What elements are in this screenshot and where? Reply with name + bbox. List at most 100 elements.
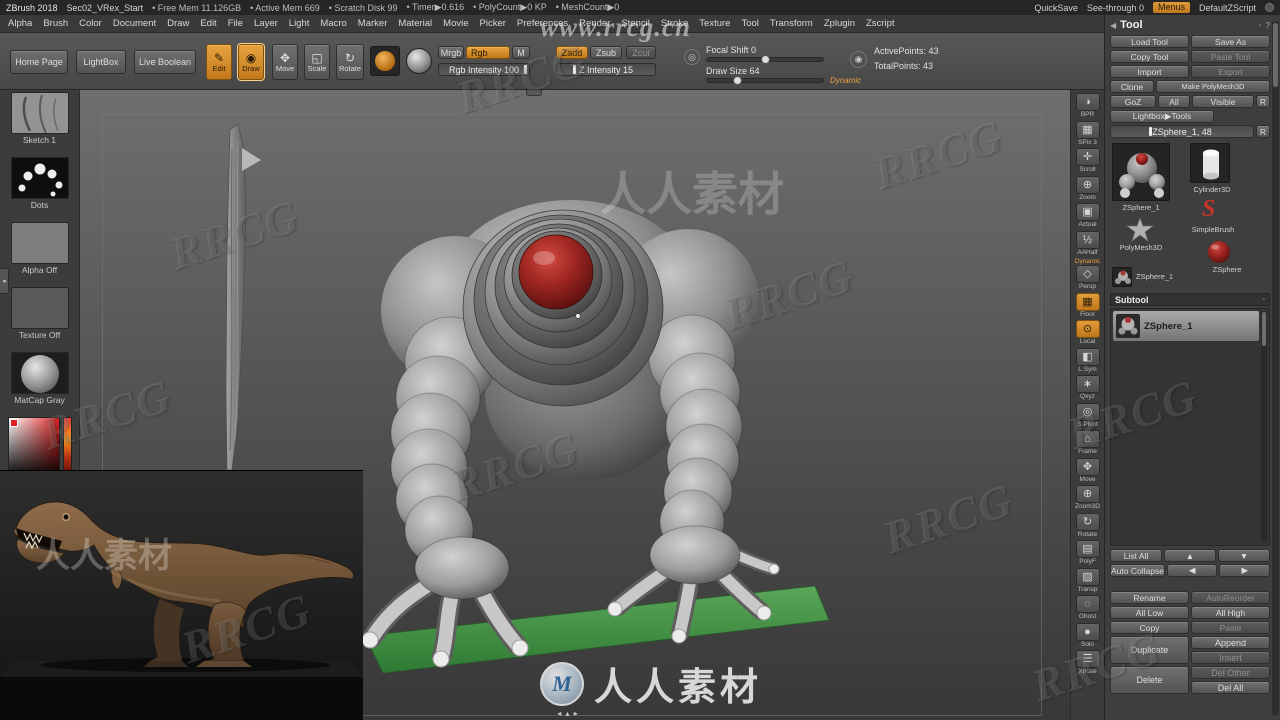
scale-mode-button[interactable]: ◱ Scale <box>304 44 330 80</box>
canvas-zoom-handle[interactable]: ◂ ▴ ▸ <box>548 708 588 718</box>
subtool-down-button[interactable]: ▼ <box>1218 549 1270 562</box>
paste-subtool-button[interactable]: Paste <box>1191 621 1270 634</box>
menu-document[interactable]: Document <box>113 18 156 29</box>
recent-tool-thumbnail[interactable] <box>1112 267 1132 287</box>
m-button[interactable]: M <box>512 46 530 59</box>
menu-marker[interactable]: Marker <box>358 18 388 29</box>
subtool-prev-button[interactable]: ◀ <box>1166 564 1218 577</box>
tool-r-button[interactable]: R <box>1256 125 1270 138</box>
menu-draw[interactable]: Draw <box>167 18 189 29</box>
all-high-button[interactable]: All High <box>1191 606 1270 619</box>
matcap-thumbnail[interactable]: MatCap Gray <box>10 352 69 405</box>
load-tool-button[interactable]: Load Tool <box>1110 35 1189 48</box>
strip-lsym-button[interactable]: ◧ L.Sym <box>1073 347 1103 374</box>
del-all-button[interactable]: Del All <box>1191 681 1270 694</box>
cylinder3d-thumbnail[interactable] <box>1190 143 1230 183</box>
strip-qxyz-button[interactable]: ∗ Qxyz <box>1073 375 1103 401</box>
goz-all-button[interactable]: All <box>1158 95 1190 108</box>
tool-palette-scrollbar[interactable] <box>1272 21 1279 716</box>
left-tray-handle[interactable]: ◂ <box>0 268 9 294</box>
menu-texture[interactable]: Texture <box>699 18 730 29</box>
menu-material[interactable]: Material <box>398 18 432 29</box>
strip-transp-button[interactable]: ▨ Transp <box>1073 567 1103 594</box>
strip-rotate3d-button[interactable]: ↻ Rotate <box>1073 512 1103 539</box>
canvas-top-handle[interactable] <box>526 90 542 96</box>
menu-zplugin[interactable]: Zplugin <box>824 18 855 29</box>
current-brush-thumbnail[interactable] <box>370 46 400 76</box>
strip-local-button[interactable]: ⊙ Local <box>1073 320 1103 346</box>
palette-circle-icon[interactable]: ◦ <box>1259 21 1262 30</box>
strip-xpose-button[interactable]: ☰ Xpose <box>1073 650 1103 676</box>
menu-preferences[interactable]: Preferences <box>517 18 568 29</box>
lightbox-tools-button[interactable]: Lightbox▶Tools <box>1110 110 1214 123</box>
copy-tool-button[interactable]: Copy Tool <box>1110 50 1189 63</box>
menu-transform[interactable]: Transform <box>770 18 813 29</box>
alpha-thumbnail[interactable]: Alpha Off <box>10 222 69 275</box>
menu-tool[interactable]: Tool <box>741 18 758 29</box>
draw-size-knob[interactable] <box>733 76 742 85</box>
quicksave-button[interactable]: QuickSave <box>1034 3 1078 13</box>
menu-zscript[interactable]: Zscript <box>866 18 895 29</box>
goz-visible-button[interactable]: Visible <box>1192 95 1254 108</box>
tool-palette-header[interactable]: ◀ Tool ◦ ? <box>1110 17 1270 33</box>
goz-r-button[interactable]: R <box>1256 95 1270 108</box>
menu-stroke[interactable]: Stroke <box>661 18 688 29</box>
subtool-scrollbar[interactable] <box>1261 311 1267 543</box>
strip-polyf-button[interactable]: ▤ PolyF <box>1073 540 1103 566</box>
stroke-type-thumbnail[interactable]: Dots <box>10 157 69 210</box>
strip-aahalf-button[interactable]: ½ AAHalf <box>1073 230 1103 257</box>
simplebrush-icon[interactable]: S <box>1202 197 1215 221</box>
focal-shift-slider[interactable] <box>706 55 824 64</box>
strip-spix-button[interactable]: ▦ SPix 3 <box>1073 120 1103 147</box>
strip-actual-button[interactable]: ▣ Actual <box>1073 203 1103 229</box>
palette-collapse-icon[interactable]: ◀ <box>1110 21 1116 30</box>
menu-edit[interactable]: Edit <box>200 18 216 29</box>
lightbox-button[interactable]: LightBox <box>76 50 126 74</box>
zadd-button[interactable]: Zadd <box>556 46 588 59</box>
list-all-button[interactable]: List All <box>1110 549 1162 562</box>
titlebar-gear-icon[interactable] <box>1265 3 1274 12</box>
make-polymesh3d-button[interactable]: Make PolyMesh3D <box>1156 80 1270 93</box>
rgb-intensity-slider[interactable]: Rgb Intensity 100 <box>438 63 530 76</box>
subtool-item-zsphere1[interactable]: ZSphere_1 <box>1113 311 1259 341</box>
live-boolean-button[interactable]: Live Boolean <box>134 50 196 74</box>
menu-movie[interactable]: Movie <box>443 18 468 29</box>
texture-thumbnail[interactable]: Texture Off <box>10 287 69 340</box>
rgb-button[interactable]: Rgb <box>466 46 510 59</box>
export-button[interactable]: Export <box>1191 65 1270 78</box>
current-material-thumbnail[interactable] <box>406 48 432 74</box>
delete-button[interactable]: Delete <box>1110 666 1189 694</box>
zsphere-icon[interactable] <box>1206 239 1232 265</box>
strip-ghost-button[interactable]: ◌ Ghost <box>1073 595 1103 621</box>
home-page-button[interactable]: Home Page <box>10 50 68 74</box>
menu-color[interactable]: Color <box>79 18 102 29</box>
all-low-button[interactable]: All Low <box>1110 606 1189 619</box>
subtool-next-button[interactable]: ▶ <box>1219 564 1271 577</box>
menu-alpha[interactable]: Alpha <box>8 18 32 29</box>
duplicate-button[interactable]: Duplicate <box>1110 636 1189 664</box>
subtool-up-button[interactable]: ▲ <box>1164 549 1216 562</box>
strip-persp-button[interactable]: Dynamic ◇ Persp <box>1073 258 1103 291</box>
focal-shift-knob[interactable] <box>761 55 770 64</box>
mrgb-button[interactable]: Mrgb <box>438 46 464 59</box>
polymesh3d-star-icon[interactable] <box>1124 217 1156 243</box>
paste-tool-button[interactable]: Paste Tool <box>1191 50 1270 63</box>
strip-frame-button[interactable]: ⌂ Frame <box>1073 430 1103 456</box>
draw-size-slider[interactable] <box>706 76 824 85</box>
edit-mode-button[interactable]: ✎ Edit <box>206 44 232 80</box>
strip-floor-button[interactable]: ▦ Floor <box>1073 292 1103 319</box>
draw-mode-button[interactable]: ◉ Draw <box>237 43 265 81</box>
del-other-button[interactable]: Del Other <box>1191 666 1270 679</box>
copy-subtool-button[interactable]: Copy <box>1110 621 1189 634</box>
menu-light[interactable]: Light <box>289 18 310 29</box>
auto-collapse-button[interactable]: Auto Collapse <box>1110 564 1165 577</box>
clone-button[interactable]: Clone <box>1110 80 1154 93</box>
active-tool-thumbnail[interactable] <box>1112 143 1170 201</box>
rename-button[interactable]: Rename <box>1110 591 1189 604</box>
z-intensity-slider[interactable]: Z Intensity 15 <box>556 63 656 76</box>
strip-bpr-button[interactable]: ◑ BPR <box>1073 93 1103 119</box>
save-as-button[interactable]: Save As <box>1191 35 1270 48</box>
see-through-slider[interactable]: See-through 0 <box>1087 3 1144 13</box>
strip-zoom3d-button[interactable]: ⊕ Zoom3D <box>1073 485 1103 511</box>
insert-button[interactable]: Insert <box>1191 651 1270 664</box>
